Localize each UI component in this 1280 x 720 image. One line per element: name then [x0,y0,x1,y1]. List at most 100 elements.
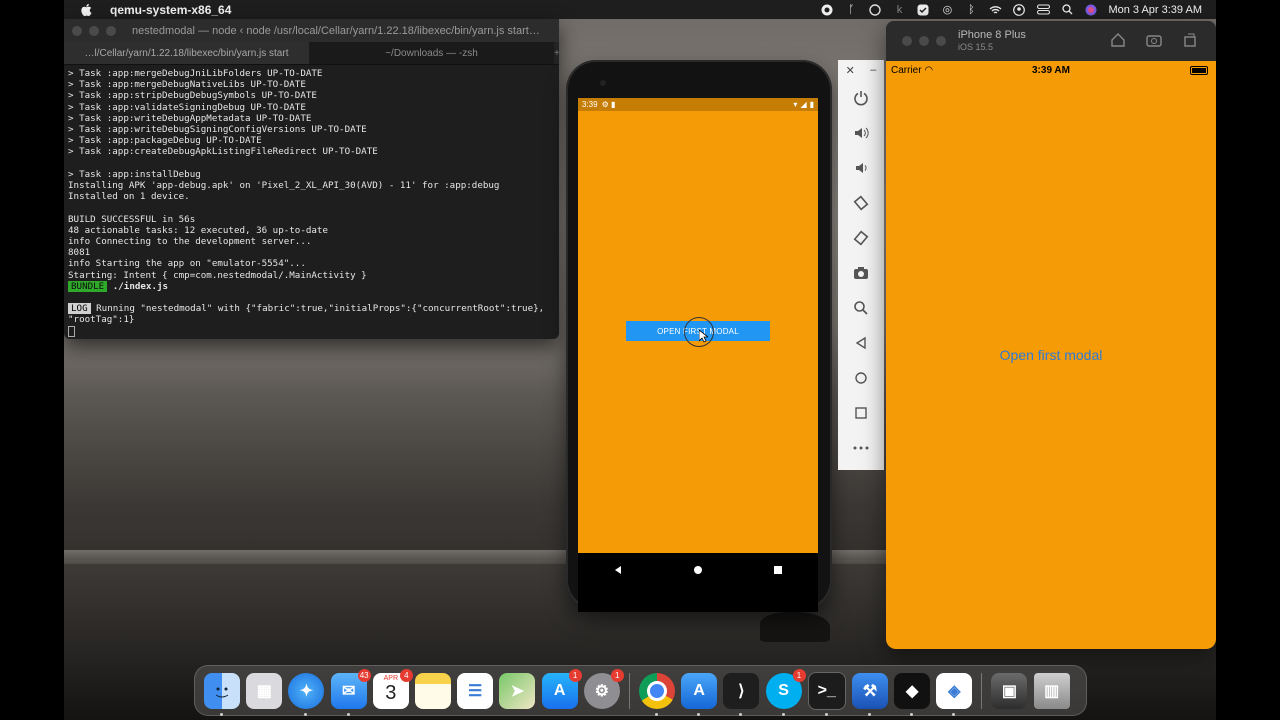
dock: ▦ ✦ ✉ 43 APR 3 4 ☰ ➤ A 1 ⚙ 1 A ⟩ S 1 >_ ⚒ ◆ ◈ ▣ ▥ [194,665,1087,716]
finder-icon[interactable] [204,672,241,716]
active-app-name[interactable]: qemu-system-x86_64 [110,3,231,17]
camera-icon[interactable] [838,255,884,290]
notification-badge: 1 [568,668,582,682]
rotate-icon[interactable] [1182,32,1198,48]
xcode-icon[interactable]: A [681,672,718,716]
overview-icon[interactable] [838,395,884,430]
running-indicator [220,712,224,716]
terminal-line: > Task :app:mergeDebugNativeLibs UP-TO-D… [68,79,306,91]
android-nav-bar [578,553,818,587]
back-icon[interactable] [613,565,623,575]
android-system-icons: ▾ ◢ ▮ [793,100,814,109]
home-icon[interactable] [1110,32,1126,48]
skype-icon[interactable]: S1 [765,668,806,716]
minimize-button[interactable] [89,25,99,36]
github-icon[interactable] [868,3,882,17]
terminal-output[interactable]: > Task :app:mergeDebugJniLibFolders UP-T… [64,65,559,339]
apple-icon[interactable] [80,3,92,17]
open-first-modal-button[interactable]: Open first modal [886,347,1216,363]
volume-down-icon[interactable] [838,150,884,185]
simulator-titlebar[interactable]: iPhone 8 Plus iOS 15.5 [886,21,1216,61]
log-badge: LOG [68,303,91,315]
control-center-icon[interactable] [1036,3,1050,17]
terminal-icon[interactable]: >_ [807,671,846,716]
screenshot-icon[interactable] [1146,32,1162,48]
terminal-tab-zsh[interactable]: ~/Downloads — -zsh [309,42,554,64]
terminal-window[interactable]: nestedmodal — node ‹ node /usr/local/Cel… [64,19,559,339]
terminal-cursor [68,325,75,337]
running-indicator [910,712,914,716]
xcode-hammer-icon[interactable]: ⚒ [851,672,888,716]
chrome-icon[interactable] [638,672,675,716]
vscode-icon[interactable]: ⟩ [723,672,760,716]
power-icon[interactable] [838,80,884,115]
zoom-button[interactable] [936,36,946,46]
reminders-icon[interactable]: ☰ [457,672,494,709]
more-icon[interactable] [838,430,884,465]
terminal-line: BUILD SUCCESSFUL in 56s [68,213,196,225]
search-icon[interactable] [1060,3,1074,17]
new-tab-button[interactable]: + [554,42,559,64]
minimize-button[interactable] [919,36,929,46]
signal-icon: ◢ [800,100,807,109]
ios-app-content: Carrier ◠ 3:39 AM Open first modal [886,61,1216,649]
android-emulator[interactable]: 3:39 ⚙ ▮ ▾ ◢ ▮ OPEN FIRST MODAL [566,60,832,612]
calendar-icon[interactable]: APR 3 4 [372,668,413,709]
app-store-icon[interactable]: A1 [541,668,582,709]
figma-icon[interactable]: ◆ [894,672,931,716]
overview-icon[interactable] [773,565,783,575]
kite-icon[interactable]: k [892,3,906,17]
notification-badge: 1 [610,668,624,682]
safari-icon[interactable]: ✦ [288,672,325,716]
system-preferences-icon[interactable]: ⚙ 1 [583,668,624,709]
menubar-datetime[interactable]: Mon 3 Apr 3:39 AM [1108,4,1202,16]
airdrop-icon[interactable]: ◎ [940,3,954,17]
rotate-left-icon[interactable] [838,185,884,220]
zoom-button[interactable] [106,25,116,36]
close-button[interactable] [72,25,82,36]
wifi-icon: ▾ [793,100,798,109]
android-screen[interactable]: 3:39 ⚙ ▮ ▾ ◢ ▮ OPEN FIRST MODAL [578,98,818,612]
record-icon[interactable] [820,3,834,17]
terminal-line: > Task :app:stripDebugDebugSymbols UP-TO… [68,90,317,102]
battery-icon: ▮ [809,100,814,109]
trash-icon[interactable]: ▥ [1033,672,1070,709]
wifi-icon[interactable] [988,3,1002,17]
checkmark-icon[interactable] [916,3,930,17]
maps-icon[interactable]: ➤ [499,672,536,709]
close-icon[interactable]: ✕ [846,64,855,77]
bluetooth-icon[interactable]: ᛒ [964,3,978,17]
minimize-icon[interactable]: – [870,64,876,76]
siri-icon[interactable] [1084,3,1098,17]
back-icon[interactable] [838,325,884,360]
running-indicator [952,712,956,716]
ios-status-time: 3:39 AM [1032,65,1070,76]
figma-menu-icon[interactable]: ᚪ [844,3,858,17]
terminal-line: 8081 [68,247,91,259]
mail-icon[interactable]: ✉ 43 [330,668,371,716]
letterbox-left [0,0,64,720]
preview-icon[interactable]: ▣ [991,672,1028,709]
volume-up-icon[interactable] [838,115,884,150]
zoom-icon[interactable] [838,290,884,325]
terminal-titlebar[interactable]: nestedmodal — node ‹ node /usr/local/Cel… [64,19,559,42]
terminal-lines: > Task :app:mergeDebugJniLibFolders UP-T… [68,68,499,281]
dock-separator [628,672,630,709]
user-icon[interactable] [1012,3,1026,17]
ios-simulator-window[interactable]: iPhone 8 Plus iOS 15.5 Carrier ◠ 3:39 AM… [886,21,1216,649]
battery-icon [1190,66,1208,75]
notification-badge: 43 [357,668,371,682]
notification-badge: 1 [792,668,806,682]
home-icon[interactable] [693,565,703,575]
launchpad-icon[interactable]: ▦ [246,672,283,709]
terminal-line: > Task :app:writeDebugSigningConfigVersi… [68,124,367,136]
android-studio-icon[interactable]: ◈ [936,672,973,716]
device-name: iPhone 8 Plus [958,29,1026,41]
mouse-pointer-icon [699,330,708,343]
android-notification-icons: ⚙ ▮ [601,100,616,109]
close-button[interactable] [902,36,912,46]
rotate-right-icon[interactable] [838,220,884,255]
notes-icon[interactable] [415,672,452,709]
home-icon[interactable] [838,360,884,395]
terminal-tab-yarn[interactable]: …l/Cellar/yarn/1.22.18/libexec/bin/yarn.… [64,42,309,64]
